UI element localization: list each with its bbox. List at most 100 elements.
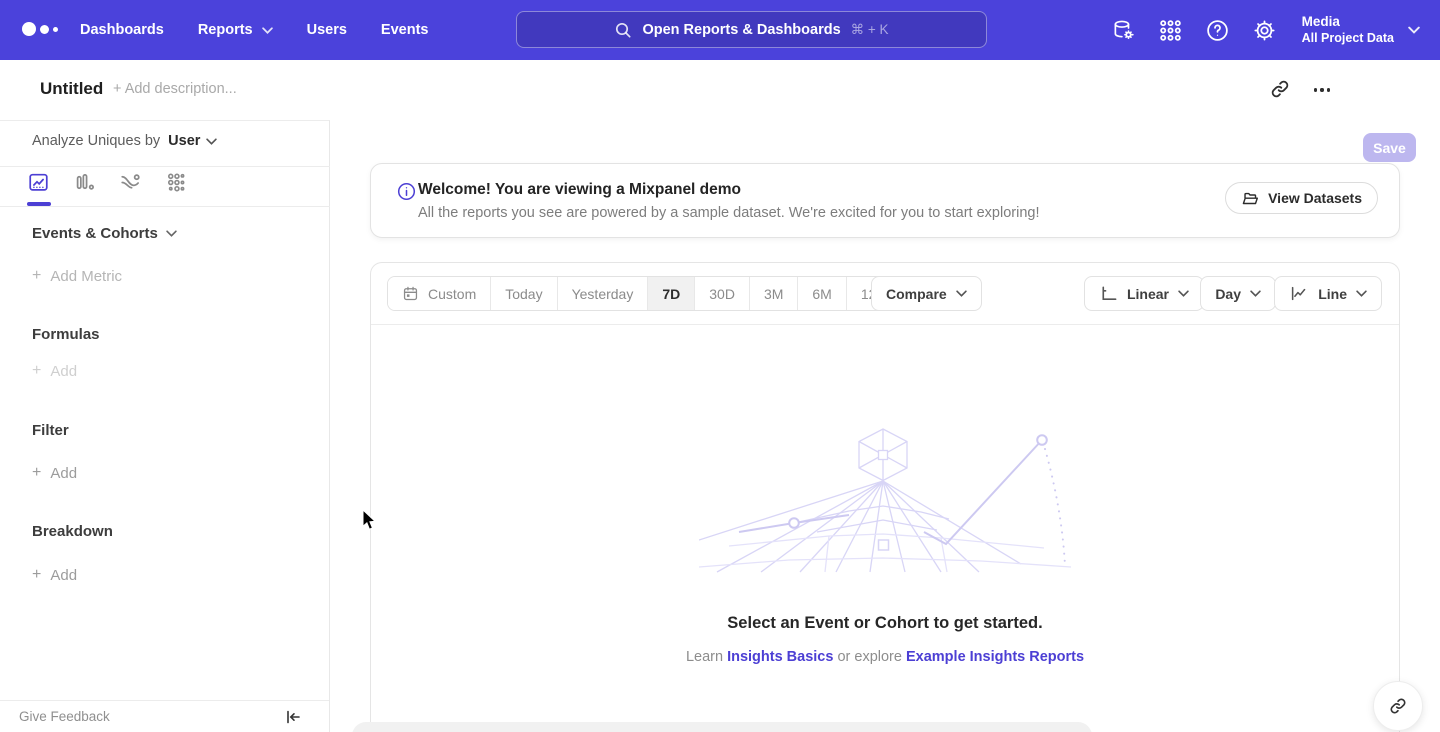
range-label: 7D — [662, 286, 680, 302]
date-range-segmented-control: Custom Today Yesterday 7D 30D 3M 6M 12M — [387, 276, 903, 311]
compare-dropdown[interactable]: Compare — [871, 276, 982, 311]
apps-grid-icon[interactable] — [1147, 0, 1194, 60]
collapse-sidebar-icon[interactable] — [283, 707, 303, 727]
project-scope: All Project Data — [1302, 31, 1394, 47]
interval-label: Day — [1215, 286, 1241, 302]
analyze-value-dropdown[interactable]: User — [168, 133, 217, 149]
range-30d[interactable]: 30D — [695, 277, 750, 310]
nav-dashboards[interactable]: Dashboards — [80, 22, 164, 38]
tab-flows[interactable] — [119, 171, 165, 203]
tab-retention-grid[interactable] — [165, 171, 211, 203]
nav-reports[interactable]: Reports — [198, 22, 273, 38]
report-description-placeholder[interactable]: + Add description... — [113, 81, 237, 97]
analyze-label: Analyze Uniques by — [32, 133, 160, 149]
learn-text: Learn — [686, 649, 723, 665]
report-title[interactable]: Untitled — [40, 79, 103, 99]
copy-link-icon[interactable] — [1269, 78, 1291, 100]
query-builder-sidebar: Analyze Uniques by User — [0, 120, 330, 732]
events-cohorts-header[interactable]: Events & Cohorts — [32, 225, 177, 242]
scale-dropdown[interactable]: Linear — [1084, 276, 1204, 311]
range-3m[interactable]: 3M — [750, 277, 798, 310]
range-custom[interactable]: Custom — [388, 277, 491, 310]
tab-insights-line[interactable] — [27, 171, 73, 203]
logo-dot — [40, 25, 49, 34]
chart-controls: Custom Today Yesterday 7D 30D 3M 6M 12M … — [371, 263, 1399, 325]
chevron-down-icon — [166, 230, 177, 237]
add-metric-button[interactable]: + Add Metric — [32, 267, 122, 285]
section-title: Breakdown — [32, 523, 113, 540]
divider — [0, 206, 330, 207]
save-button[interactable]: Save — [1363, 133, 1416, 162]
add-breakdown-button[interactable]: + Add — [32, 566, 77, 584]
range-today[interactable]: Today — [491, 277, 557, 310]
link-icon — [1388, 696, 1408, 716]
search-icon — [614, 21, 632, 39]
chevron-down-icon — [1178, 290, 1189, 297]
formulas-header: Formulas — [32, 326, 100, 343]
range-yesterday[interactable]: Yesterday — [558, 277, 649, 310]
floating-share-link-button[interactable] — [1373, 681, 1423, 731]
visualization-tabs — [27, 171, 211, 203]
project-text: Media All Project Data — [1302, 14, 1394, 47]
add-metric-label: Add Metric — [50, 268, 122, 285]
filter-header: Filter — [32, 422, 69, 439]
range-label: 3M — [764, 286, 783, 302]
banner-title: Welcome! You are viewing a Mixpanel demo — [418, 181, 741, 199]
tab-bar-chart[interactable] — [73, 171, 119, 203]
add-formula-button[interactable]: + Add — [32, 362, 77, 380]
range-label: Yesterday — [572, 286, 634, 302]
plus-icon: + — [32, 464, 41, 482]
range-label: 6M — [812, 286, 831, 302]
divider — [0, 166, 330, 167]
nav-events[interactable]: Events — [381, 22, 429, 38]
folder-icon — [1241, 190, 1259, 206]
help-icon[interactable] — [1194, 0, 1241, 60]
more-menu-button[interactable] — [1310, 81, 1334, 99]
view-datasets-button[interactable]: View Datasets — [1225, 182, 1378, 214]
nav-label: Reports — [198, 22, 253, 38]
example-reports-link[interactable]: Example Insights Reports — [906, 649, 1084, 665]
chevron-down-icon — [956, 290, 967, 297]
top-navigation-bar: Dashboards Reports Users Events Open Rep… — [0, 0, 1440, 60]
give-feedback-link[interactable]: Give Feedback — [19, 709, 110, 724]
add-formula-label: Add — [50, 363, 77, 380]
mixpanel-insights-app: Dashboards Reports Users Events Open Rep… — [0, 0, 1440, 732]
empty-state-title: Select an Event or Cohort to get started… — [371, 614, 1399, 633]
empty-state-subtitle: Learn Insights Basics or explore Example… — [371, 649, 1399, 665]
primary-nav: Dashboards Reports Users Events — [80, 0, 428, 60]
interval-dropdown[interactable]: Day — [1200, 276, 1276, 311]
range-7d-selected[interactable]: 7D — [648, 277, 695, 310]
section-title: Formulas — [32, 326, 100, 343]
plus-icon: + — [32, 566, 41, 584]
results-bottom-sheet[interactable] — [352, 722, 1092, 732]
chart-type-dropdown[interactable]: Line — [1274, 276, 1382, 311]
selected-tab-underline — [27, 202, 51, 206]
scale-label: Linear — [1127, 286, 1169, 302]
settings-gear-icon[interactable] — [1241, 0, 1288, 60]
range-label: Custom — [428, 286, 476, 302]
project-selector[interactable]: Media All Project Data — [1302, 14, 1420, 47]
global-search[interactable]: Open Reports & Dashboards ⌘ + K — [516, 11, 987, 48]
add-filter-label: Add — [50, 465, 77, 482]
report-canvas: Custom Today Yesterday 7D 30D 3M 6M 12M … — [370, 262, 1400, 732]
analyze-value: User — [168, 133, 200, 149]
view-datasets-label: View Datasets — [1268, 190, 1362, 206]
breakdown-header: Breakdown — [32, 523, 113, 540]
range-label: Today — [505, 286, 542, 302]
data-management-icon[interactable] — [1100, 0, 1147, 60]
nav-label: Users — [307, 22, 347, 38]
report-header: Untitled + Add description... Save — [0, 60, 1440, 120]
section-title: Events & Cohorts — [32, 225, 158, 242]
insights-basics-link[interactable]: Insights Basics — [727, 649, 833, 665]
mixpanel-logo[interactable] — [22, 22, 58, 36]
add-filter-button[interactable]: + Add — [32, 464, 77, 482]
nav-users[interactable]: Users — [307, 22, 347, 38]
search-shortcut: ⌘ + K — [851, 22, 889, 38]
range-label: 30D — [709, 286, 735, 302]
project-name: Media — [1302, 14, 1394, 31]
range-6m[interactable]: 6M — [798, 277, 846, 310]
empty-state-illustration — [699, 423, 1071, 575]
analyze-row: Analyze Uniques by User — [32, 133, 217, 149]
sidebar-footer: Give Feedback — [0, 700, 329, 732]
logo-dot — [53, 27, 58, 32]
